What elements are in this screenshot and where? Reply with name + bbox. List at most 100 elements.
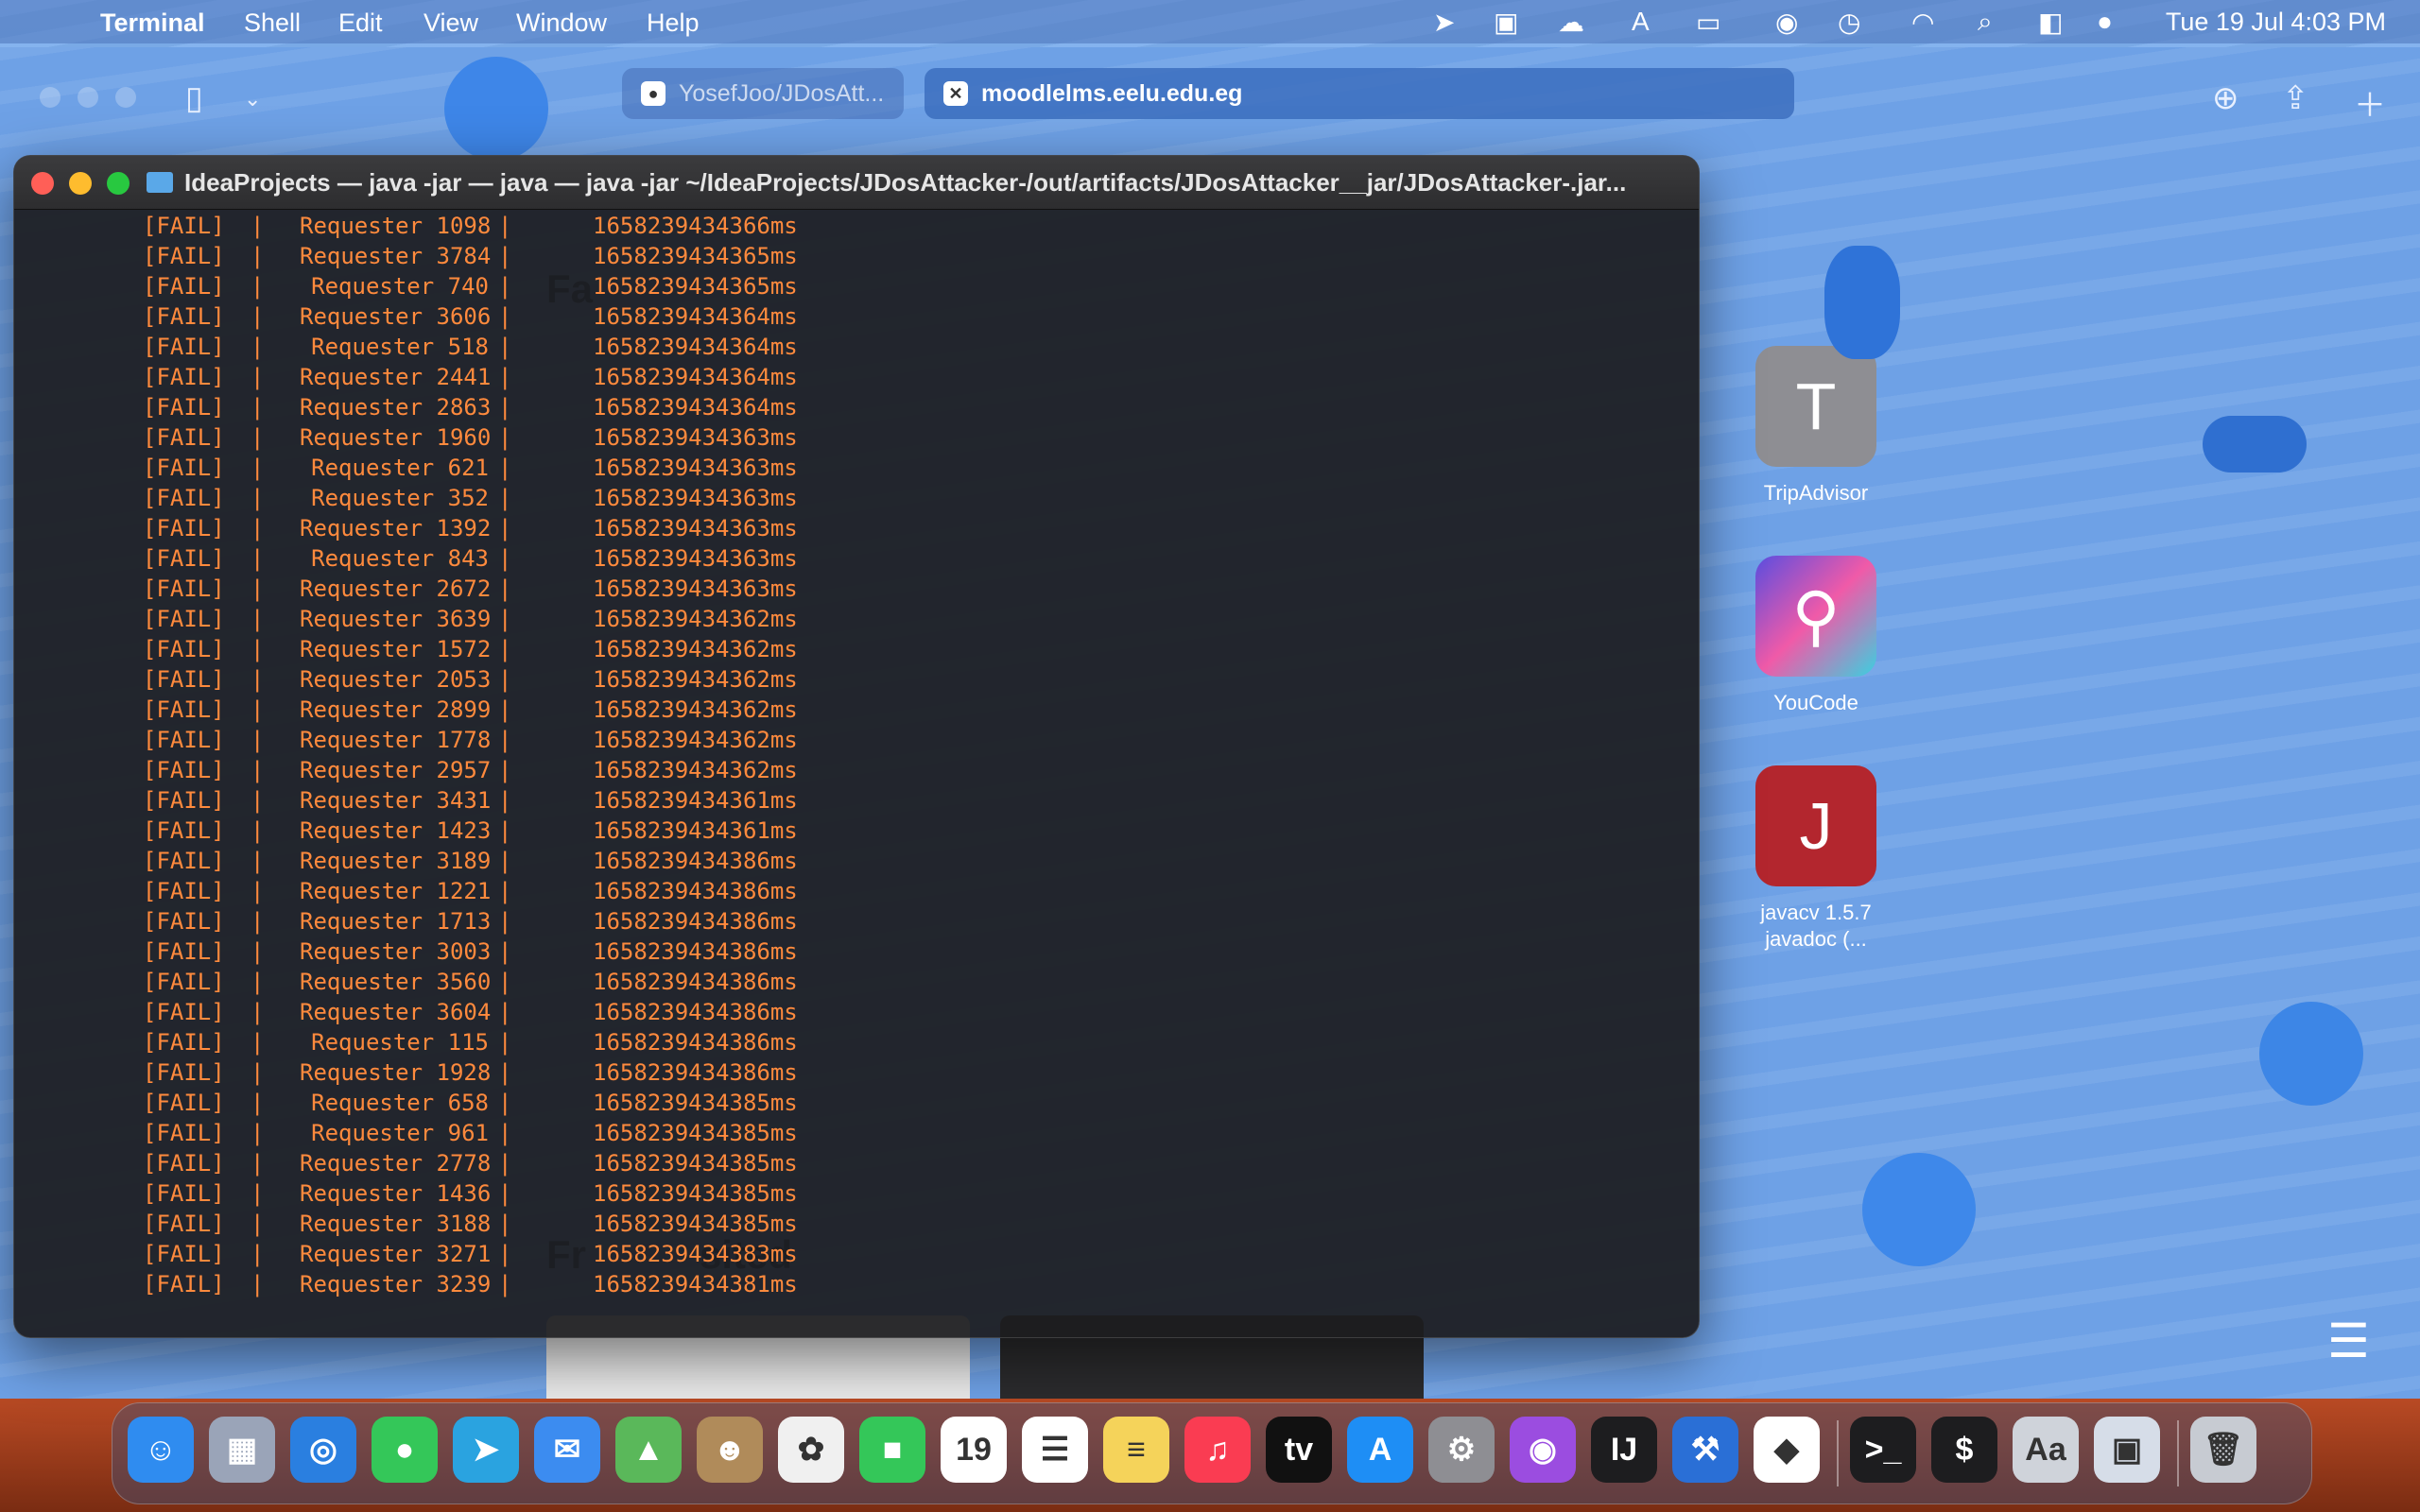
terminal-icon[interactable]: >_ — [1850, 1417, 1916, 1483]
siri-icon[interactable]: ● — [2097, 7, 2113, 37]
search-icon[interactable]: ⌕ — [1978, 7, 1993, 38]
log-requester: Requester 3784 — [300, 243, 492, 269]
intellij-icon[interactable]: IJ — [1591, 1417, 1657, 1483]
log-separator: | — [498, 515, 512, 541]
log-separator: | — [498, 727, 512, 753]
log-separator: | — [251, 1241, 265, 1267]
log-separator: | — [498, 545, 512, 572]
menu-app-name[interactable]: Terminal — [100, 9, 205, 38]
input-source-icon[interactable]: A — [1632, 7, 1650, 37]
log-separator: | — [251, 273, 265, 300]
facetime-icon[interactable]: ■ — [859, 1417, 925, 1483]
wifi-icon[interactable]: ◠ — [1911, 7, 1934, 38]
screen-record-icon[interactable]: ▣ — [1494, 7, 1518, 38]
menu-window[interactable]: Window — [516, 9, 607, 38]
customize-start-page-icon[interactable]: ☰ — [2327, 1314, 2370, 1368]
log-requester: Requester 1392 — [300, 515, 492, 541]
preview-icon[interactable]: ▣ — [2094, 1417, 2160, 1483]
calendar-icon[interactable]: 19 — [941, 1417, 1007, 1483]
download-icon[interactable]: ⊕ — [2212, 79, 2239, 117]
favourite-javacv[interactable]: J javacv 1.5.7 javadoc (... — [1736, 765, 1896, 953]
sidebar-toggle-icon[interactable]: ▯ — [185, 79, 203, 117]
log-status: [FAIL] — [143, 606, 225, 632]
log-separator: | — [498, 999, 512, 1025]
log-row: [FAIL] | Requester 1098 | 1658239434366ms — [14, 211, 1699, 241]
log-row: [FAIL] | Requester 961 | 1658239434385ms — [14, 1118, 1699, 1148]
time-machine-icon[interactable]: ◷ — [1838, 7, 1860, 38]
new-tab-icon[interactable]: ＋ — [2354, 79, 2386, 126]
menu-help[interactable]: Help — [647, 9, 700, 38]
log-separator: | — [498, 817, 512, 844]
music-icon[interactable]: ♫ — [1184, 1417, 1251, 1483]
close-icon[interactable]: ✕ — [943, 81, 968, 106]
log-requester: Requester 3606 — [300, 303, 492, 330]
log-timestamp: 1658239434362ms — [593, 757, 798, 783]
trash-icon[interactable]: 🗑 — [2190, 1417, 2256, 1483]
menu-edit[interactable]: Edit — [338, 9, 383, 38]
terminal-zoom-button[interactable] — [107, 172, 130, 195]
log-separator: | — [498, 1029, 512, 1056]
menu-view[interactable]: View — [424, 9, 478, 38]
tab-moodle[interactable]: ✕ moodlelms.eelu.edu.eg — [925, 68, 1794, 119]
terminal-output[interactable]: [FAIL] | Requester 1098 | 1658239434366ms [FA… — [14, 209, 1699, 1337]
log-row: [FAIL] | Requester 2441 | 1658239434364ms — [14, 362, 1699, 392]
menu-shell[interactable]: Shell — [244, 9, 301, 38]
chevron-down-icon[interactable]: ⌄ — [244, 87, 261, 112]
log-separator: | — [251, 545, 265, 572]
log-status: [FAIL] — [143, 515, 225, 541]
battery-icon[interactable]: ▭ — [1696, 7, 1720, 38]
terminal-close-button[interactable] — [31, 172, 54, 195]
podcasts-icon[interactable]: ◉ — [1510, 1417, 1576, 1483]
xcode-icon[interactable]: ⚒ — [1672, 1417, 1738, 1483]
log-status: [FAIL] — [143, 243, 225, 269]
log-row: [FAIL] | Requester 2053 | 1658239434362ms — [14, 664, 1699, 695]
log-row: [FAIL] | Requester 2957 | 1658239434362ms — [14, 755, 1699, 785]
log-status: [FAIL] — [143, 908, 225, 935]
log-row: [FAIL] | Requester 518 | 1658239434364ms — [14, 332, 1699, 362]
sourcetree-icon[interactable]: ◆ — [1754, 1417, 1820, 1483]
log-separator: | — [498, 636, 512, 662]
log-status: [FAIL] — [143, 545, 225, 572]
location-icon[interactable]: ➤ — [1433, 7, 1455, 38]
finder-icon[interactable]: ☺ — [128, 1417, 194, 1483]
control-center-icon[interactable]: ◧ — [2038, 7, 2063, 38]
log-separator: | — [251, 334, 265, 360]
cloud-icon[interactable]: ☁ — [1558, 7, 1584, 38]
tv-icon[interactable]: tv — [1266, 1417, 1332, 1483]
user-icon[interactable]: ◉ — [1775, 7, 1798, 38]
log-separator: | — [498, 1241, 512, 1267]
telegram-icon[interactable]: ➤ — [453, 1417, 519, 1483]
log-row: [FAIL] | Requester 3431 | 1658239434361ms — [14, 785, 1699, 816]
contacts-icon[interactable]: ☻ — [697, 1417, 763, 1483]
app-store-icon[interactable]: A — [1347, 1417, 1413, 1483]
browser-minimize-button[interactable] — [78, 87, 98, 108]
notes-icon[interactable]: ≡ — [1103, 1417, 1169, 1483]
terminal-minimize-button[interactable] — [69, 172, 92, 195]
photos-icon[interactable]: ✿ — [778, 1417, 844, 1483]
log-requester: Requester 1778 — [300, 727, 492, 753]
terminal-titlebar[interactable]: IdeaProjects — java -jar — java — java -… — [14, 156, 1699, 210]
log-timestamp: 1658239434363ms — [593, 576, 798, 602]
tab-github[interactable]: ● YosefJoo/JDosAtt... — [622, 68, 904, 119]
browser-zoom-button[interactable] — [115, 87, 136, 108]
console-icon[interactable]: $ — [1931, 1417, 1997, 1483]
log-row: [FAIL] | Requester 1392 | 1658239434363ms — [14, 513, 1699, 543]
favourite-youcode[interactable]: ⚲ YouCode — [1736, 556, 1896, 716]
messages-icon[interactable]: ● — [372, 1417, 438, 1483]
browser-close-button[interactable] — [40, 87, 60, 108]
menubar-clock[interactable]: Tue 19 Jul 4:03 PM — [2166, 8, 2386, 37]
font-book-icon[interactable]: Aa — [2013, 1417, 2079, 1483]
log-separator: | — [498, 757, 512, 783]
log-separator: | — [251, 1029, 265, 1056]
system-preferences-icon[interactable]: ⚙ — [1428, 1417, 1495, 1483]
favourite-tripadvisor[interactable]: T TripAdvisor — [1736, 346, 1896, 507]
maps-icon[interactable]: ▲ — [615, 1417, 682, 1483]
reminders-icon[interactable]: ☰ — [1022, 1417, 1088, 1483]
launchpad-icon[interactable]: ▦ — [209, 1417, 275, 1483]
safari-icon[interactable]: ◎ — [290, 1417, 356, 1483]
log-separator: | — [251, 908, 265, 935]
mail-icon[interactable]: ✉ — [534, 1417, 600, 1483]
log-separator: | — [251, 666, 265, 693]
log-timestamp: 1658239434385ms — [593, 1180, 798, 1207]
share-icon[interactable]: ⇪ — [2282, 79, 2309, 117]
